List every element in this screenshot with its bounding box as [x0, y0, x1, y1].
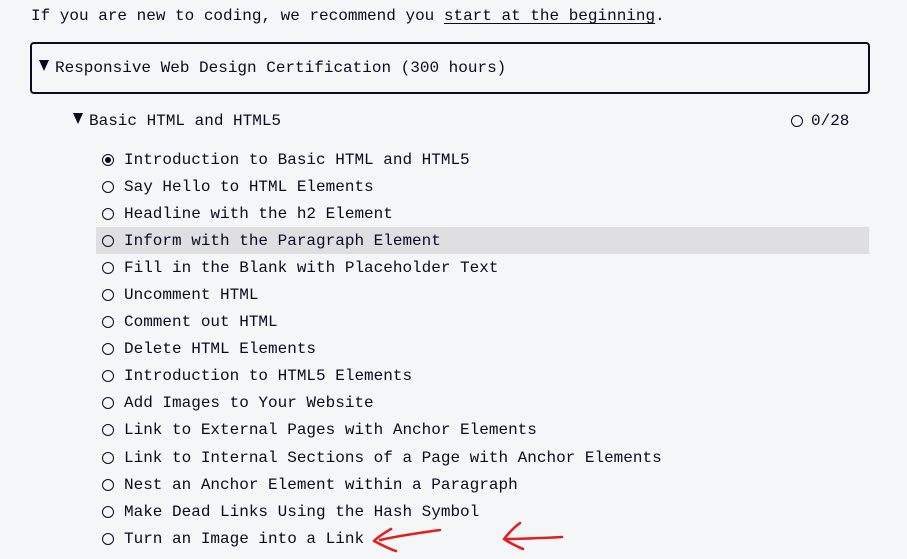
lesson-item[interactable]: Delete HTML Elements — [96, 336, 869, 363]
lesson-item[interactable]: Link to External Pages with Anchor Eleme… — [96, 417, 869, 444]
lesson-item[interactable]: Make Dead Links Using the Hash Symbol — [96, 498, 869, 525]
lesson-item[interactable]: Add Images to Your Website — [96, 390, 869, 417]
circle-outline-icon — [102, 261, 114, 274]
lesson-label: Comment out HTML — [124, 313, 278, 332]
circle-outline-icon — [102, 424, 114, 437]
circle-outline-icon — [102, 289, 114, 302]
intro-suffix: . — [655, 7, 665, 25]
lesson-item[interactable]: Uncomment HTML — [96, 281, 869, 308]
circle-outline-icon — [102, 505, 114, 518]
certification-panel: Responsive Web Design Certification (300… — [30, 42, 870, 94]
circle-outline-icon — [102, 180, 114, 193]
lesson-label: Turn an Image into a Link — [124, 529, 365, 548]
lesson-label: Say Hello to HTML Elements — [124, 177, 374, 196]
intro-text: If you are new to coding, we recommend y… — [31, 5, 665, 27]
circle-outline-icon — [102, 451, 114, 464]
lesson-item[interactable]: Inform with the Paragraph Element — [96, 227, 869, 255]
lesson-label: Introduction to HTML5 Elements — [124, 367, 413, 386]
circle-outline-icon — [102, 207, 114, 220]
block-progress: 0/28 — [791, 111, 849, 131]
lesson-label: Introduction to Basic HTML and HTML5 — [124, 150, 470, 169]
certification-toggle[interactable]: Responsive Web Design Certification (300… — [39, 58, 506, 78]
lesson-label: Link to Internal Sections of a Page with… — [124, 448, 662, 467]
lesson-label: Fill in the Blank with Placeholder Text — [124, 258, 499, 277]
block-toggle[interactable]: Basic HTML and HTML5 — [73, 111, 281, 131]
start-at-beginning-link[interactable]: start at the beginning — [444, 7, 655, 25]
lesson-item[interactable]: Link to Internal Sections of a Page with… — [96, 444, 869, 471]
lesson-label: Delete HTML Elements — [124, 340, 317, 359]
lesson-label: Make Dead Links Using the Hash Symbol — [124, 502, 480, 521]
circle-outline-icon — [102, 397, 114, 410]
lesson-label: Add Images to Your Website — [124, 394, 374, 413]
lesson-item[interactable]: Fill in the Blank with Placeholder Text — [96, 254, 869, 281]
lesson-label: Uncomment HTML — [124, 286, 259, 305]
circle-outline-icon — [102, 234, 114, 247]
lesson-item[interactable]: Introduction to HTML5 Elements — [96, 363, 869, 390]
lesson-label: Nest an Anchor Element within a Paragrap… — [124, 475, 518, 494]
circle-outline-icon — [102, 343, 114, 356]
circle-outline-icon — [102, 370, 114, 383]
lesson-label: Headline with the h2 Element — [124, 204, 393, 223]
lesson-item[interactable]: Comment out HTML — [96, 309, 869, 336]
lesson-item[interactable]: Say Hello to HTML Elements — [96, 173, 869, 200]
lesson-list: Introduction to Basic HTML and HTML5 Say … — [96, 146, 869, 552]
triangle-down-icon — [73, 113, 83, 124]
circle-outline-icon — [791, 115, 803, 127]
lesson-item[interactable]: Nest an Anchor Element within a Paragrap… — [96, 471, 869, 498]
circle-outline-icon — [102, 532, 114, 545]
lesson-item[interactable]: Headline with the h2 Element — [96, 200, 869, 227]
lesson-label: Link to External Pages with Anchor Eleme… — [124, 421, 537, 440]
certification-title: Responsive Web Design Certification (300… — [55, 59, 507, 77]
intro-prefix: If you are new to coding, we recommend y… — [31, 7, 444, 25]
lesson-item[interactable]: Introduction to Basic HTML and HTML5 — [96, 146, 869, 173]
block-title: Basic HTML and HTML5 — [89, 112, 282, 130]
triangle-down-icon — [39, 60, 49, 71]
lesson-item[interactable]: Turn an Image into a Link — [96, 525, 869, 552]
progress-count: 0/28 — [811, 112, 850, 130]
lesson-label: Inform with the Paragraph Element — [124, 231, 441, 250]
circle-outline-icon — [102, 478, 114, 491]
circle-dot-icon — [102, 153, 114, 166]
circle-outline-icon — [102, 316, 114, 329]
